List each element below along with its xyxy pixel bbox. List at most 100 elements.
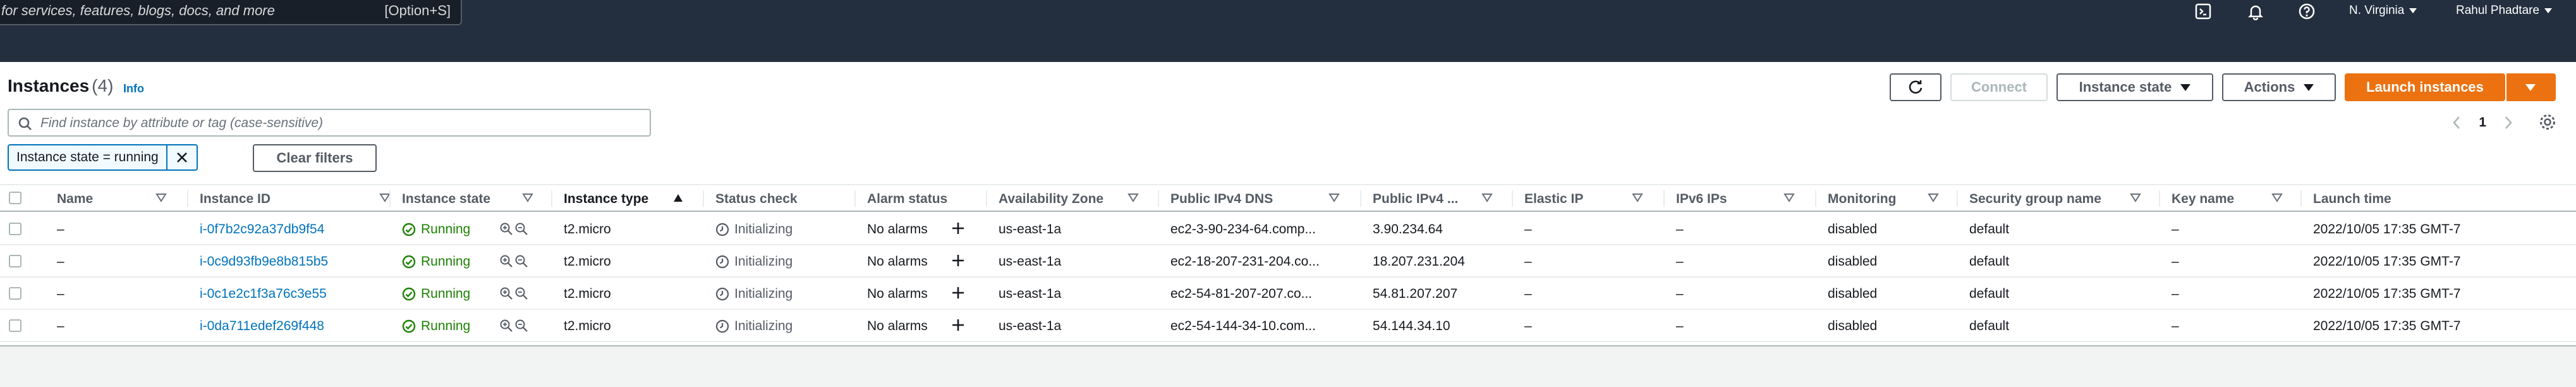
current-page[interactable]: 1 (2479, 115, 2486, 130)
column-header-instance-state[interactable]: Instance state (402, 192, 490, 207)
instance-id-link[interactable]: i-0f7b2c92a37db9f54 (200, 222, 324, 237)
column-header-name[interactable]: Name (57, 192, 93, 207)
cell-name: – (57, 222, 64, 236)
select-all-checkbox[interactable] (9, 192, 21, 204)
plus-icon[interactable] (951, 253, 966, 271)
plus-icon[interactable] (951, 317, 966, 336)
column-divider (1663, 190, 1665, 207)
cell-instance-state-text: Running (421, 222, 471, 236)
instance-filter-input[interactable] (40, 114, 635, 133)
column-divider (2300, 190, 2302, 207)
column-header-public-ipv4[interactable]: Public IPv4 ... (1373, 192, 1458, 207)
cell-status-check-text: Initializing (734, 319, 793, 333)
cell-public-ipv4-dns: ec2-54-144-34-10.com... (1170, 319, 1316, 333)
zoom-in-icon[interactable] (499, 254, 513, 268)
launch-instances-button[interactable]: Launch instances (2345, 73, 2505, 101)
zoom-out-icon[interactable] (514, 222, 528, 236)
column-header-security-group-name[interactable]: Security group name (1969, 192, 2101, 207)
column-divider (1158, 190, 1159, 207)
filter-token: Instance state = running (8, 144, 198, 171)
cell-alarm-status: No alarms (867, 319, 928, 333)
cloudshell-icon[interactable] (2193, 1, 2213, 22)
close-icon[interactable] (166, 145, 197, 169)
instance-id-link[interactable]: i-0c9d93fb9e8b815b5 (200, 254, 328, 269)
sort-icon[interactable] (1632, 193, 1643, 203)
zoom-in-icon[interactable] (499, 319, 513, 333)
cell-ipv6-ips: – (1676, 254, 1684, 269)
instance-id-link[interactable]: i-0da711edef269f448 (200, 319, 324, 334)
column-header-status-check[interactable]: Status check (715, 192, 798, 207)
column-header-key-name[interactable]: Key name (2172, 192, 2234, 207)
sort-icon[interactable] (1481, 193, 1493, 203)
bell-icon[interactable] (2245, 1, 2266, 22)
instance-id-link[interactable]: i-0c1e2c1f3a76c3e55 (200, 286, 327, 302)
sort-ascending-icon[interactable] (672, 193, 684, 203)
clear-filters-button[interactable]: Clear filters (253, 144, 377, 172)
top-navigation: for services, features, blogs, docs, and… (0, 0, 2576, 62)
cell-alarm-status: No alarms (867, 222, 928, 236)
table-row[interactable]: – i-0c9d93fb9e8b815b5 Running t2.micro Initi… (0, 245, 2576, 278)
global-search-box[interactable]: for services, features, blogs, docs, and… (0, 0, 462, 25)
zoom-in-icon[interactable] (499, 286, 513, 300)
instance-filter-field[interactable] (8, 109, 651, 137)
zoom-out-icon[interactable] (514, 286, 528, 300)
state-zoom-controls (499, 286, 528, 300)
sort-icon[interactable] (1328, 193, 1340, 203)
cell-launch-time: 2022/10/05 17:35 GMT-7 (2313, 222, 2461, 236)
actions-button[interactable]: Actions (2222, 73, 2336, 101)
account-menu[interactable]: Rahul Phadtare (2456, 4, 2553, 18)
sort-icon[interactable] (522, 193, 533, 203)
refresh-button[interactable] (1890, 73, 1941, 101)
sort-icon[interactable] (1127, 193, 1139, 203)
chevron-right-icon[interactable] (2504, 116, 2513, 130)
table-row[interactable]: – i-0da711edef269f448 Running t2.micro Initi… (0, 310, 2576, 342)
chevron-left-icon[interactable] (2452, 116, 2461, 130)
sort-icon[interactable] (2271, 193, 2283, 203)
instance-count: (4) (92, 76, 114, 95)
region-selector[interactable]: N. Virginia (2349, 4, 2417, 18)
launch-options-button[interactable] (2505, 73, 2556, 101)
row-checkbox[interactable] (9, 223, 21, 235)
column-header-availability-zone[interactable]: Availability Zone (999, 192, 1103, 207)
zoom-out-icon[interactable] (514, 254, 528, 268)
row-checkbox[interactable] (9, 287, 21, 300)
plus-icon[interactable] (951, 285, 966, 304)
cell-instance-type: t2.micro (564, 254, 611, 269)
table-row[interactable]: – i-0c1e2c1f3a76c3e55 Running t2.micro Initi… (0, 278, 2576, 310)
column-header-elastic-ip[interactable]: Elastic IP (1524, 192, 1583, 207)
actions-label: Actions (2244, 79, 2295, 95)
cell-availability-zone: us-east-1a (999, 319, 1062, 333)
cell-elastic-ip: – (1524, 254, 1532, 269)
state-zoom-controls (499, 254, 528, 268)
plus-icon[interactable] (951, 221, 966, 239)
cell-launch-time: 2022/10/05 17:35 GMT-7 (2313, 319, 2461, 333)
zoom-in-icon[interactable] (499, 222, 513, 236)
column-divider (551, 190, 552, 207)
search-shortcut-hint: [Option+S] (384, 3, 451, 18)
column-divider (1957, 190, 1958, 207)
check-circle-icon (402, 255, 416, 269)
zoom-out-icon[interactable] (514, 319, 528, 333)
region-label: N. Virginia (2349, 4, 2405, 17)
column-header-ipv6-ips[interactable]: IPv6 IPs (1676, 192, 1727, 207)
column-header-alarm-status[interactable]: Alarm status (867, 192, 947, 207)
cell-status-check: Initializing (715, 222, 793, 237)
info-link[interactable]: Info (123, 82, 144, 95)
instance-state-button[interactable]: Instance state (2057, 73, 2213, 101)
connect-button[interactable]: Connect (1950, 73, 2048, 101)
sort-icon[interactable] (1928, 193, 1939, 203)
column-header-monitoring[interactable]: Monitoring (1828, 192, 1896, 207)
column-header-instance-type[interactable]: Instance type (564, 192, 648, 207)
column-header-launch-time[interactable]: Launch time (2313, 192, 2391, 207)
sort-icon[interactable] (1783, 193, 1795, 203)
row-checkbox[interactable] (9, 319, 21, 332)
help-icon[interactable] (2297, 1, 2317, 22)
settings-icon[interactable] (2538, 113, 2557, 135)
pagination: 1 (2452, 110, 2513, 135)
sort-icon[interactable] (2130, 193, 2141, 203)
row-checkbox[interactable] (9, 255, 21, 267)
column-header-instance-id[interactable]: Instance ID (200, 192, 270, 207)
table-row[interactable]: – i-0f7b2c92a37db9f54 Running t2.micro Initi… (0, 213, 2576, 245)
sort-icon[interactable] (155, 193, 167, 203)
column-header-public-ipv4-dns[interactable]: Public IPv4 DNS (1170, 192, 1273, 207)
